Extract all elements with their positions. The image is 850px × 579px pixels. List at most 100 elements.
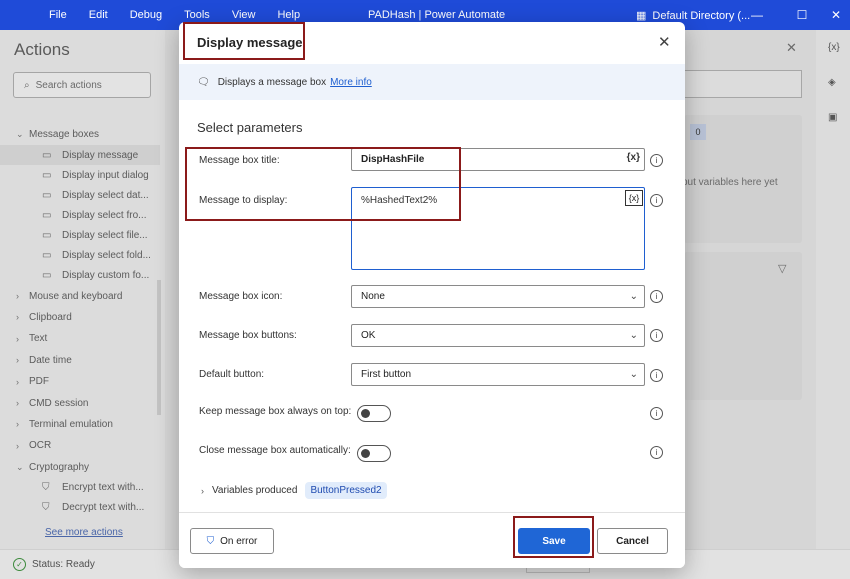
maximize-icon[interactable]: ☐ (795, 8, 809, 22)
variables-produced-label: Variables produced (212, 485, 298, 496)
default-button-select[interactable]: First button ⌄ (351, 363, 645, 386)
info-icon[interactable]: i (650, 194, 663, 207)
menu-file[interactable]: File (38, 9, 78, 21)
close-window-icon[interactable]: ✕ (829, 8, 843, 22)
action-label: Display select fold... (62, 249, 151, 261)
action-item[interactable]: ⛉ Encrypt text with... (0, 478, 160, 498)
action-item[interactable]: ▭ Display select file... (0, 225, 160, 245)
dialog-close-icon[interactable]: ✕ (658, 33, 671, 51)
message-box-title-input[interactable]: DispHashFile {x} (351, 148, 645, 171)
on-error-button[interactable]: ⛉ On error (190, 528, 274, 554)
message-to-display-input[interactable]: %HashedText2% {x} (351, 187, 645, 270)
dialog-description: 🗨 Displays a message box More info (179, 64, 685, 100)
toggle-knob (361, 409, 370, 418)
message-icon: ▭ (42, 189, 52, 201)
action-category[interactable]: › Mouse and keyboard (0, 285, 160, 306)
variables-produced[interactable]: › Variables produced ButtonPressed2 (201, 482, 387, 499)
action-category[interactable]: › Date time (0, 350, 160, 371)
action-label: Encrypt text with... (62, 482, 144, 494)
action-category[interactable]: › Text (0, 328, 160, 349)
action-label: Message boxes (29, 129, 100, 141)
action-label: Display custom fo... (62, 269, 150, 281)
shield-icon: ⛉ (206, 535, 215, 547)
action-category[interactable]: › Terminal emulation (0, 414, 160, 435)
action-category[interactable]: › CMD session (0, 392, 160, 413)
chevron-down-icon: ⌄ (16, 129, 24, 140)
menu-debug[interactable]: Debug (119, 9, 173, 21)
message-icon: ▭ (42, 149, 52, 161)
action-item[interactable]: ▭ Display select dat... (0, 185, 160, 205)
action-item[interactable]: ▭ Display select fold... (0, 245, 160, 265)
dialog-footer: ⛉ On error Save Cancel (179, 512, 685, 568)
search-actions-input[interactable]: ⌕ Search actions (13, 72, 151, 98)
layers-icon[interactable]: ◈ (828, 77, 836, 88)
buttons-label: Message box buttons: (199, 330, 297, 341)
action-label: Display message (62, 149, 139, 161)
variables-count-badge: 0 (690, 124, 706, 140)
action-category[interactable]: › Clipboard (0, 307, 160, 328)
message-icon: ▭ (42, 269, 52, 281)
message-box-buttons-select[interactable]: OK ⌄ (351, 324, 645, 347)
action-category[interactable]: ⌄ Message boxes (0, 124, 160, 145)
action-label: Display select file... (62, 229, 148, 241)
image-icon[interactable]: ▣ (828, 112, 837, 123)
default-button-value: First button (361, 369, 412, 380)
buttons-value: OK (361, 330, 376, 341)
chevron-right-icon: › (16, 312, 19, 323)
org-icon: ▦ (636, 10, 647, 22)
action-item[interactable]: ▭ Display message (0, 145, 160, 166)
action-category[interactable]: › PDF (0, 371, 160, 392)
see-more-actions-link[interactable]: See more actions (45, 527, 123, 538)
minimize-icon[interactable]: — (750, 8, 764, 22)
info-icon[interactable]: i (650, 290, 663, 303)
menu-edit[interactable]: Edit (78, 9, 119, 21)
toggle-knob (361, 449, 370, 458)
actions-scrollbar[interactable] (157, 280, 161, 415)
action-item[interactable]: ⛉ Decrypt text with... (0, 498, 160, 518)
chevron-right-icon: › (16, 333, 19, 344)
action-item[interactable]: ▭ Display custom fo... (0, 265, 160, 285)
info-icon[interactable]: i (650, 329, 663, 342)
keep-on-top-label: Keep message box always on top: (199, 406, 352, 417)
chevron-right-icon: › (16, 355, 19, 366)
action-item[interactable]: ▭ Display input dialog (0, 165, 160, 185)
chevron-right-icon: › (201, 485, 204, 496)
info-icon[interactable]: i (650, 369, 663, 382)
info-icon[interactable]: i (650, 154, 663, 167)
insert-variable-icon[interactable]: {x} (625, 190, 643, 206)
chevron-down-icon: ⌄ (629, 369, 638, 380)
action-label: Terminal emulation (29, 418, 113, 430)
info-icon[interactable]: i (650, 446, 663, 459)
info-icon[interactable]: i (650, 407, 663, 420)
directory-selector[interactable]: ▦ Default Directory (... (636, 9, 750, 23)
action-category[interactable]: ⌄ Cryptography (0, 457, 160, 478)
actions-tree: ⌄ Message boxes ▭ Display message ▭ Display i… (0, 124, 160, 518)
message-box-icon-select[interactable]: None ⌄ (351, 285, 645, 308)
menu-tools[interactable]: Tools (173, 9, 221, 21)
description-text: Displays a message box (217, 76, 327, 88)
lock-icon: ⛉ (42, 482, 50, 494)
variables-icon[interactable]: {x} (828, 42, 840, 53)
auto-close-toggle[interactable] (357, 445, 391, 462)
section-title: Select parameters (197, 120, 303, 135)
menu-help[interactable]: Help (266, 9, 311, 21)
cancel-button[interactable]: Cancel (597, 528, 668, 554)
more-info-link[interactable]: More info (330, 77, 372, 88)
menu-view[interactable]: View (221, 9, 267, 21)
close-panel-icon[interactable]: ✕ (786, 40, 797, 56)
action-item[interactable]: ▭ Display select fro... (0, 205, 160, 225)
title-value: DispHashFile (361, 154, 425, 165)
right-toolbar: {x} ◈ ▣ (816, 30, 850, 549)
status-text: Status: Ready (32, 559, 95, 570)
action-label: PDF (29, 376, 49, 388)
variables-search-input[interactable] (684, 70, 802, 98)
insert-variable-icon[interactable]: {x} (627, 152, 640, 163)
save-button[interactable]: Save (518, 528, 590, 554)
action-category[interactable]: › OCR (0, 435, 160, 456)
action-label: Display input dialog (62, 169, 149, 181)
display-message-dialog: Display message ✕ 🗨 Displays a message b… (179, 22, 685, 568)
filter-icon[interactable]: ▽ (778, 262, 786, 275)
keep-on-top-toggle[interactable] (357, 405, 391, 422)
action-label: Clipboard (29, 311, 72, 323)
variable-pill[interactable]: ButtonPressed2 (305, 482, 387, 499)
